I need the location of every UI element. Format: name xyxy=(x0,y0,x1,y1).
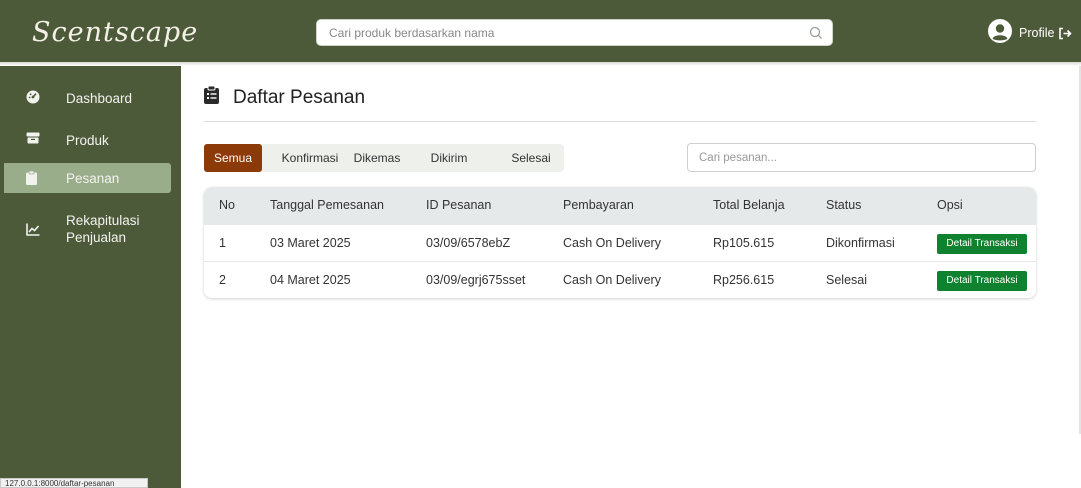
column-header-pembayaran: Pembayaran xyxy=(563,198,634,212)
cell-payment: Cash On Delivery xyxy=(563,273,661,287)
logo-text: Scentscape xyxy=(32,16,199,48)
table-header: No Tanggal Pemesanan ID Pesanan Pembayar… xyxy=(204,187,1036,224)
clipboard-list-icon xyxy=(204,85,219,110)
title-divider xyxy=(204,121,1036,122)
table-row: 1 03 Maret 2025 03/09/6578ebZ Cash On De… xyxy=(204,224,1036,261)
column-header-total: Total Belanja xyxy=(713,198,785,212)
dashboard-icon xyxy=(26,90,40,107)
cell-payment: Cash On Delivery xyxy=(563,236,661,250)
cell-no: 2 xyxy=(219,273,226,287)
sidebar-item-label: Produk xyxy=(66,133,109,148)
order-search-input[interactable] xyxy=(688,144,1035,171)
product-search-input[interactable] xyxy=(317,20,797,45)
column-header-no: No xyxy=(219,198,235,212)
cell-date: 04 Maret 2025 xyxy=(270,273,351,287)
detail-transaction-button[interactable]: Detail Transaksi xyxy=(937,271,1027,291)
product-search-bar[interactable] xyxy=(316,19,833,46)
sidebar-item-label: Pesanan xyxy=(66,171,120,186)
sidebar: Dashboard Produk Pesanan Rekapitulasi Pe… xyxy=(0,66,181,488)
sidebar-item-label-line1: Rekapitulasi xyxy=(66,213,140,228)
sidebar-item-rekapitulasi-penjualan[interactable]: Rekapitulasi Penjualan xyxy=(0,212,181,248)
cell-status: Dikonfirmasi xyxy=(826,236,895,250)
sidebar-item-pesanan[interactable]: Pesanan xyxy=(4,163,171,193)
chart-line-icon xyxy=(26,223,40,239)
cell-order-id: 03/09/6578ebZ xyxy=(426,236,511,250)
detail-transaction-button[interactable]: Detail Transaksi xyxy=(937,234,1027,254)
profile-link[interactable]: Profile xyxy=(988,19,1054,46)
column-header-status: Status xyxy=(826,198,862,212)
search-icon[interactable] xyxy=(809,25,823,44)
sidebar-item-label: Dashboard xyxy=(66,91,133,106)
sidebar-item-produk[interactable]: Produk xyxy=(0,132,181,149)
logout-icon[interactable] xyxy=(1058,25,1072,44)
column-header-tanggal: Tanggal Pemesanan xyxy=(270,198,384,212)
tab-semua[interactable]: Semua xyxy=(204,144,262,172)
cell-no: 1 xyxy=(219,236,226,250)
cell-date: 03 Maret 2025 xyxy=(270,236,351,250)
cell-order-id: 03/09/egrj675sset xyxy=(426,273,526,287)
sidebar-item-label-line2: Penjualan xyxy=(66,230,127,245)
page-title-text: Daftar Pesanan xyxy=(233,87,366,108)
tab-dikemas[interactable]: Dikemas xyxy=(349,144,405,172)
sidebar-item-dashboard[interactable]: Dashboard xyxy=(0,90,181,107)
table-row: 2 04 Maret 2025 03/09/egrj675sset Cash O… xyxy=(204,261,1036,298)
column-header-opsi: Opsi xyxy=(937,198,963,212)
cell-total: Rp105.615 xyxy=(713,236,775,250)
tab-selesai[interactable]: Selesai xyxy=(504,144,558,172)
tab-dikirim[interactable]: Dikirim xyxy=(422,144,476,172)
user-avatar-icon xyxy=(988,19,1012,46)
tab-konfirmasi[interactable]: Konfirmasi xyxy=(276,144,344,172)
cell-total: Rp256.615 xyxy=(713,273,775,287)
app-logo[interactable]: Scentscape xyxy=(32,14,198,50)
order-search-bar[interactable] xyxy=(687,143,1036,172)
top-navbar: Scentscape Profile xyxy=(0,0,1081,62)
orders-table: No Tanggal Pemesanan ID Pesanan Pembayar… xyxy=(204,187,1036,298)
column-header-id: ID Pesanan xyxy=(426,198,492,212)
box-icon xyxy=(26,132,40,147)
cell-status: Selesai xyxy=(826,273,867,287)
browser-status-url: 127.0.0.1:8000/daftar-pesanan xyxy=(0,478,148,488)
sidebar-item-label: Rekapitulasi Penjualan xyxy=(66,212,140,246)
clipboard-icon xyxy=(26,170,37,188)
profile-label: Profile xyxy=(1019,25,1055,40)
page-title: Daftar Pesanan xyxy=(204,85,366,110)
